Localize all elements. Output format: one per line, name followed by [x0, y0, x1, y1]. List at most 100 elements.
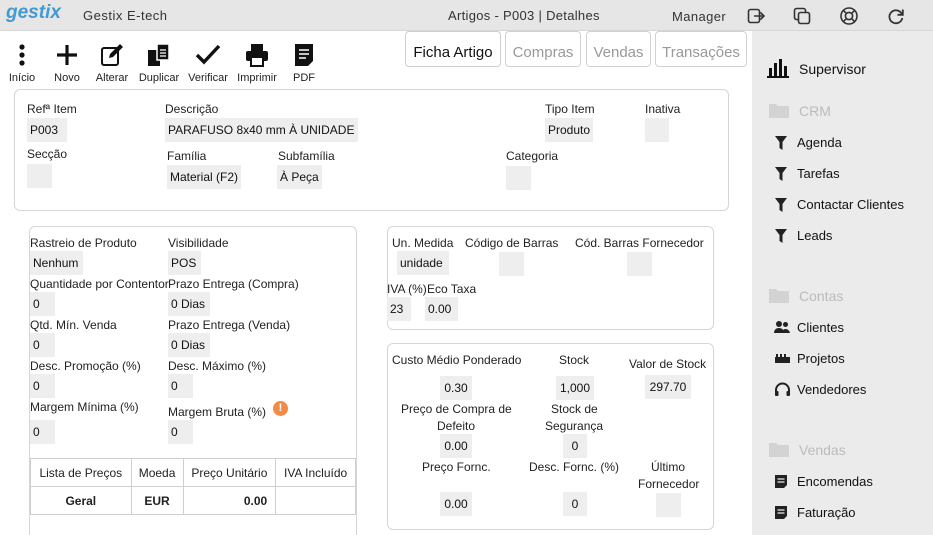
prazo-venda-label: Prazo Entrega (Venda) [168, 318, 291, 332]
top-bar: gestix Gestix E-tech Artigos - P003 | De… [0, 0, 933, 31]
un-medida-field[interactable]: unidade [397, 251, 449, 275]
novo-button[interactable]: Novo [50, 42, 84, 84]
table-cell[interactable] [275, 486, 356, 515]
item-panel [14, 89, 729, 211]
user-name[interactable]: Manager [672, 9, 726, 24]
visibilidade-field[interactable]: POS [168, 251, 201, 275]
inicio-button[interactable]: Início [6, 42, 38, 84]
sidebar-label-faturacao: Faturação [797, 505, 856, 520]
iva-field[interactable]: 23 [387, 297, 411, 321]
duplicar-label: Duplicar [138, 72, 180, 84]
folder-icon [769, 289, 789, 303]
tab-compras[interactable]: Compras [505, 31, 581, 67]
refresh-icon[interactable] [886, 6, 906, 26]
document-icon [775, 506, 787, 519]
filter-icon [775, 229, 787, 243]
table-cell[interactable]: Geral [30, 486, 132, 515]
tipo-item-field[interactable]: Produto [545, 118, 593, 142]
eco-taxa-label: Eco Taxa [427, 282, 477, 296]
sidebar-label-clientes: Clientes [797, 320, 844, 335]
rastreio-field[interactable]: Nenhum [30, 251, 83, 275]
logout-icon[interactable] [746, 6, 766, 26]
barras-fornecedor-field[interactable] [627, 252, 652, 276]
preco-compra-label: Preço de Compra de [401, 402, 512, 416]
stock-seguranca-field[interactable]: 0 [563, 434, 587, 458]
table-header-row: Lista de Preços Moeda Preço Unitário IVA… [30, 458, 356, 487]
desc-fornc-label: Desc. Fornc. (%) [529, 460, 620, 474]
desc-fornc-field[interactable]: 0 [563, 492, 587, 516]
categoria-field[interactable] [506, 166, 531, 190]
margem-minima-label: Margem Mínima (%) [30, 400, 139, 414]
inativa-label: Inativa [645, 102, 681, 116]
bar-chart-icon [767, 59, 789, 78]
codigo-barras-field[interactable] [499, 252, 524, 276]
inativa-checkbox[interactable] [645, 118, 669, 142]
margem-bruta-field[interactable]: 0 [168, 420, 193, 444]
stock-seguranca-label: Stock de [551, 402, 598, 416]
un-medida-label: Un. Medida [392, 236, 454, 250]
seccao-field[interactable] [27, 164, 52, 188]
valor-stock-field[interactable]: 297.70 [645, 375, 691, 399]
folder-icon [769, 443, 789, 457]
prazo-compra-field[interactable]: 0 Dias [168, 292, 210, 316]
ref-label: Refª Item [27, 102, 77, 116]
preco-fornc-field[interactable]: 0.00 [440, 492, 472, 516]
sidebar-label-supervisor: Supervisor [799, 61, 866, 77]
table-cell[interactable]: 0.00 [182, 486, 277, 515]
tab-ficha-artigo[interactable]: Ficha Artigo [405, 31, 501, 67]
filter-icon [775, 167, 787, 181]
ultimo-fornecedor-field[interactable] [656, 493, 681, 517]
rastreio-label: Rastreio de Produto [30, 236, 137, 250]
margem-bruta-label: Margem Bruta (%) [168, 405, 267, 419]
stock-label: Stock [559, 353, 590, 367]
verificar-button[interactable]: Verificar [186, 42, 230, 84]
page-title: Artigos - P003 | Detalhes [448, 8, 600, 23]
eco-taxa-field[interactable]: 0.00 [425, 297, 458, 321]
plus-icon [57, 45, 77, 65]
prazo-venda-field[interactable]: 0 Dias [168, 333, 210, 357]
stock-field[interactable]: 1,000 [556, 376, 594, 400]
seccao-label: Secção [27, 147, 68, 161]
windows-icon[interactable] [792, 6, 812, 26]
table-cell[interactable]: EUR [130, 486, 184, 515]
qtd-min-venda-field[interactable]: 0 [30, 333, 55, 357]
qtd-contentor-field[interactable]: 0 [30, 292, 55, 316]
pdf-button[interactable]: PDF [290, 42, 318, 84]
desc-maximo-label: Desc. Máximo (%) [168, 359, 267, 373]
gestix-logo[interactable]: gestix [6, 2, 61, 24]
margem-minima-field[interactable]: 0 [30, 420, 55, 444]
alterar-button[interactable]: Alterar [94, 42, 130, 84]
imprimir-button[interactable]: Imprimir [236, 42, 278, 84]
edit-icon [101, 44, 123, 66]
duplicar-button[interactable]: Duplicar [138, 42, 180, 84]
headset-icon [775, 382, 790, 396]
preco-compra-field[interactable]: 0.00 [440, 434, 472, 458]
table-row[interactable]: Geral EUR 0.00 [30, 486, 356, 515]
help-lifebuoy-icon[interactable] [839, 6, 859, 26]
descricao-label: Descrição [165, 102, 219, 116]
tab-vendas[interactable]: Vendas [586, 31, 651, 67]
custo-medio-field[interactable]: 0.30 [440, 376, 472, 400]
preco-fornc-label: Preço Fornc. [422, 460, 491, 474]
ref-field[interactable]: P003 [27, 118, 67, 142]
projects-icon [775, 354, 790, 363]
sidebar-label-contactar: Contactar Clientes [797, 197, 904, 212]
printer-icon [246, 44, 268, 67]
table-header: Preço Unitário [182, 458, 277, 487]
familia-field[interactable]: Material (F2) [167, 165, 241, 189]
subfamilia-field[interactable]: À Peça [277, 165, 322, 189]
familia-label: Família [167, 149, 207, 163]
descricao-field[interactable]: PARAFUSO 8x40 mm À UNIDADE [165, 118, 358, 142]
sidebar-label-vendedores: Vendedores [797, 382, 867, 397]
warning-icon[interactable]: ! [273, 401, 288, 416]
valor-stock-label: Valor de Stock [629, 357, 707, 371]
document-icon [775, 475, 787, 488]
desc-promocao-field[interactable]: 0 [30, 374, 55, 398]
desc-maximo-field[interactable]: 0 [168, 374, 193, 398]
sidebar-label-leads: Leads [797, 228, 833, 243]
sidebar-label-crm: CRM [799, 103, 831, 119]
price-list-table: Lista de Preços Moeda Preço Unitário IVA… [30, 458, 356, 515]
tab-transacoes[interactable]: Transações [655, 31, 747, 67]
qtd-contentor-label: Quantidade por Contentor [30, 277, 169, 291]
imprimir-label: Imprimir [237, 72, 277, 84]
